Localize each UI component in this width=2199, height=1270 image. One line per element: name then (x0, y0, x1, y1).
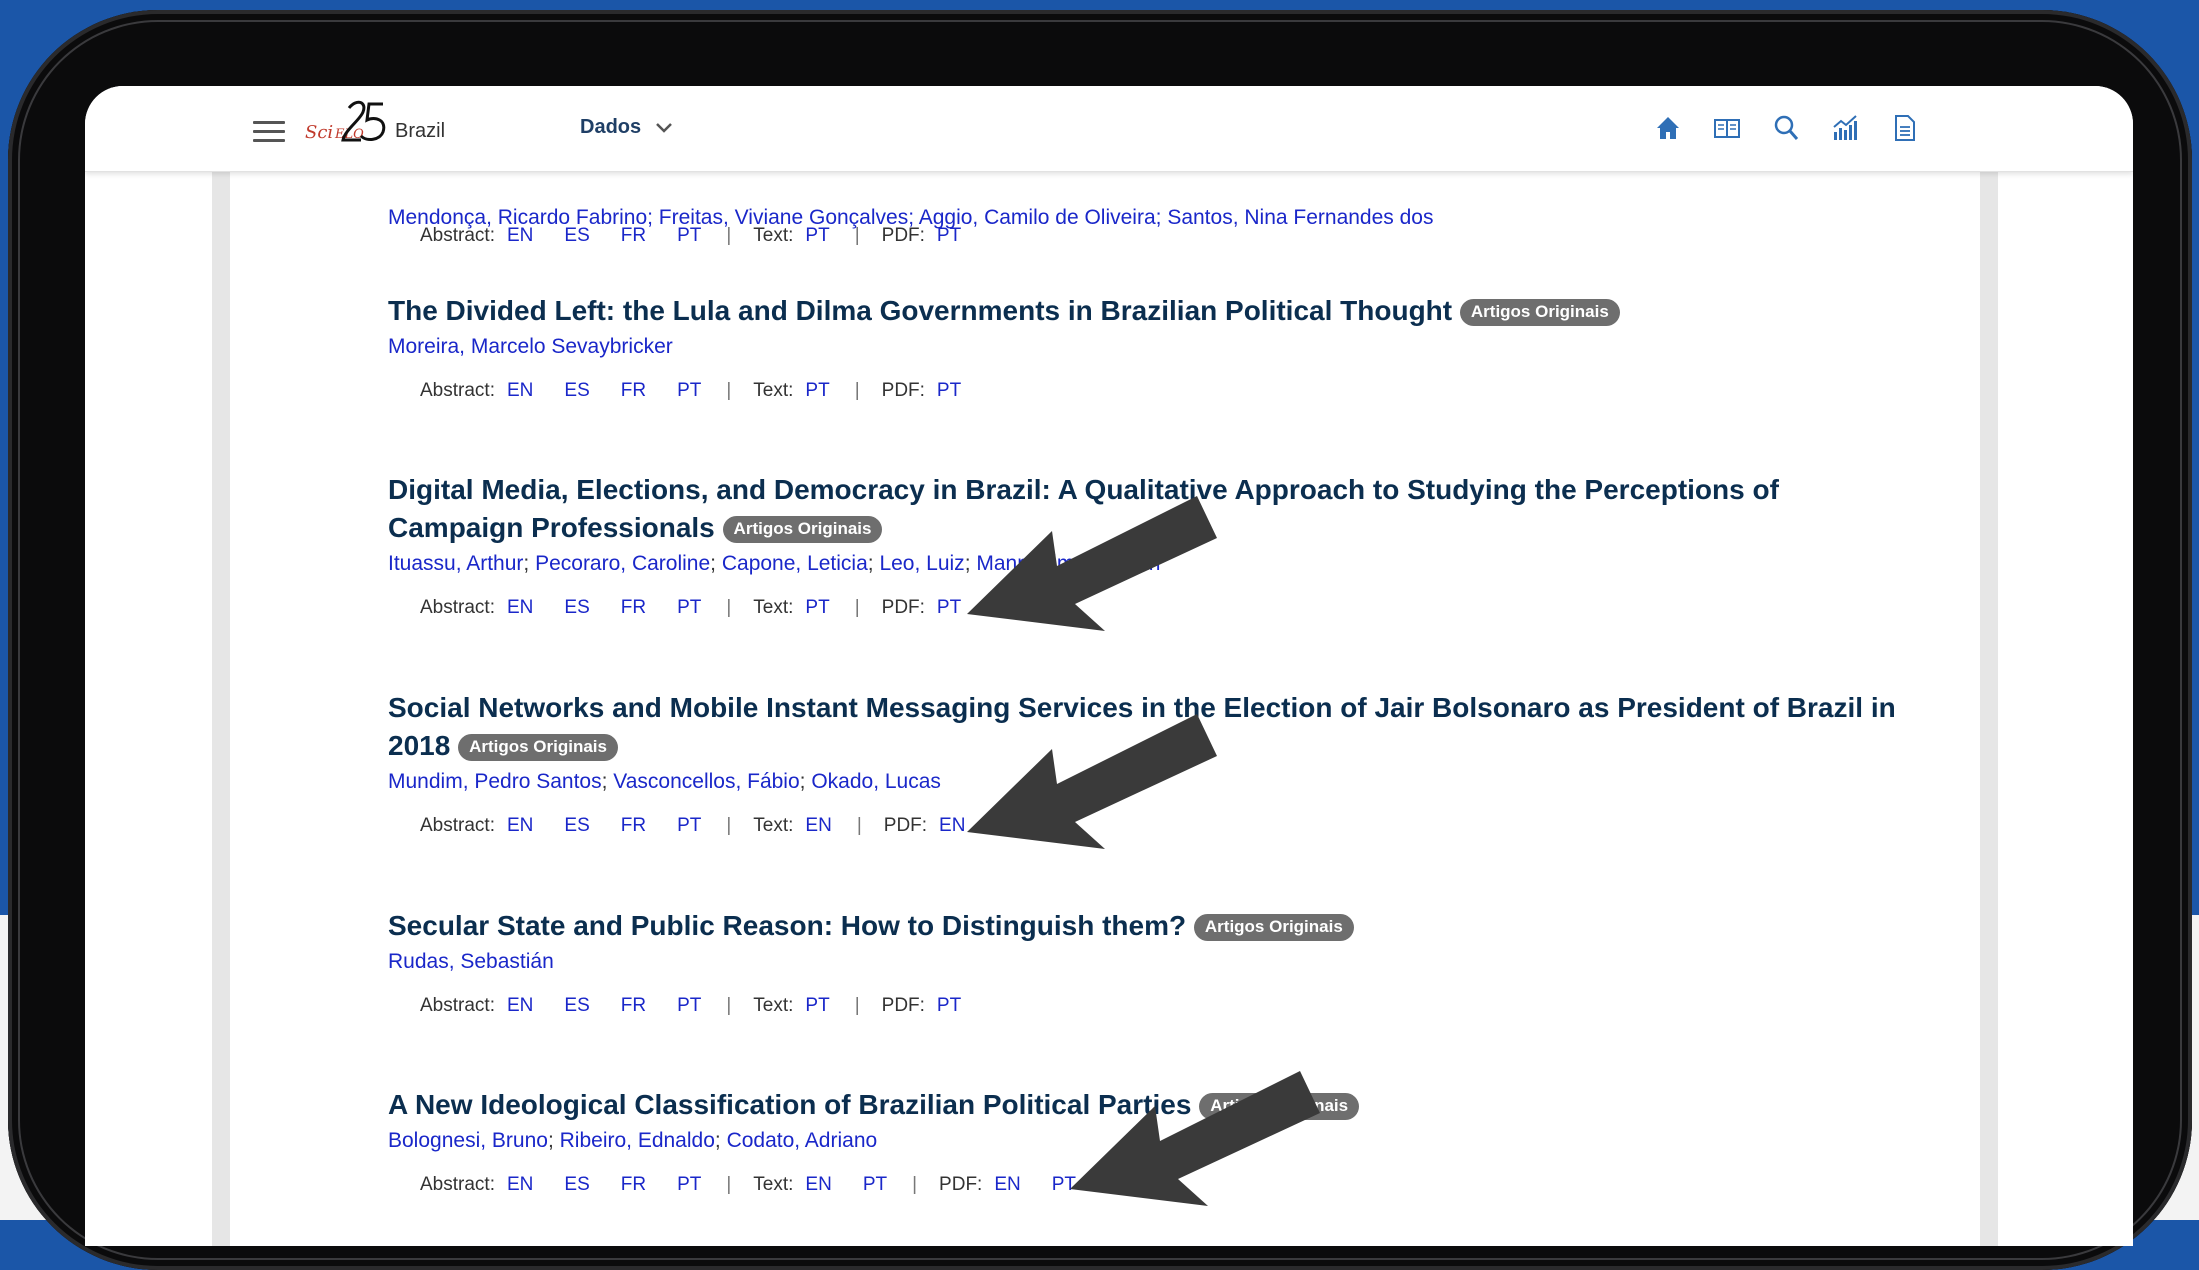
abstract-es-link[interactable]: ES (564, 225, 589, 246)
author-link[interactable]: Leo, Luiz (879, 552, 964, 575)
article-title[interactable]: The Divided Left: the Lula and Dilma Gov… (388, 292, 1908, 330)
site-header: Sci ELO Brazil Dados (85, 86, 2133, 172)
author-link[interactable]: Moreira, Marcelo Sevaybricker (388, 335, 673, 358)
author-link[interactable]: Vasconcellos, Fábio (613, 770, 799, 793)
text-pt-link[interactable]: PT (805, 225, 829, 246)
article-title[interactable]: Secular State and Public Reason: How to … (388, 907, 1908, 945)
abstract-fr-link[interactable]: FR (621, 225, 646, 246)
article-item: The Divided Left: the Lula and Dilma Gov… (388, 292, 1908, 402)
text-link[interactable]: PT (863, 1174, 887, 1195)
text-link[interactable]: EN (805, 815, 831, 836)
abstract-en-link[interactable]: EN (507, 380, 533, 401)
article-item: Secular State and Public Reason: How to … (388, 907, 1908, 1017)
abstract-en-link[interactable]: EN (507, 995, 533, 1016)
abstract-en-link[interactable]: EN (507, 815, 533, 836)
abstract-pt-link[interactable]: PT (677, 597, 701, 618)
abstract-pt-link[interactable]: PT (677, 380, 701, 401)
document-icon[interactable] (1890, 113, 1918, 143)
abstract-es-link[interactable]: ES (564, 1174, 589, 1195)
text-link[interactable]: PT (805, 995, 829, 1016)
brand-country: Brazil (395, 120, 446, 142)
pdf-link[interactable]: EN (994, 1174, 1020, 1195)
author-link[interactable]: Okado, Lucas (811, 770, 941, 793)
section-badge: Artigos Originais (722, 516, 883, 543)
dados-label: Dados (580, 116, 642, 138)
abstract-fr-link[interactable]: FR (621, 815, 646, 836)
author-link[interactable]: Capone, Leticia (722, 552, 868, 575)
abstract-es-link[interactable]: ES (564, 597, 589, 618)
annotation-arrow-icon (1070, 1071, 1320, 1206)
dados-dropdown[interactable]: Dados (580, 116, 673, 139)
section-badge: Artigos Originais (458, 734, 618, 761)
abstract-es-link[interactable]: ES (564, 995, 589, 1016)
hamburger-menu-icon[interactable] (253, 121, 285, 143)
svg-text:Sci: Sci (305, 122, 333, 143)
abstract-fr-link[interactable]: FR (621, 380, 646, 401)
pdf-link[interactable]: PT (937, 995, 961, 1016)
tablet-screen: Mendonça, Ricardo Fabrino; Freitas, Vivi… (85, 86, 2133, 1246)
abstract-en-link[interactable]: EN (507, 597, 533, 618)
abstract-pt-link[interactable]: PT (677, 815, 701, 836)
article-links-row: Abstract: EN ES FR PT | Text: PT | PDF: PT (420, 380, 962, 401)
journal-icon[interactable] (1713, 113, 1741, 143)
abstract-en-link[interactable]: EN (507, 1174, 533, 1195)
pdf-pt-link[interactable]: PT (937, 225, 961, 246)
abstract-fr-link[interactable]: FR (621, 995, 646, 1016)
text-link[interactable]: EN (805, 1174, 831, 1195)
section-badge: Artigos Originais (1193, 914, 1354, 941)
chevron-down-icon (655, 122, 672, 133)
author-link[interactable]: Ituassu, Arthur (388, 552, 523, 575)
annotation-arrow-icon (967, 714, 1217, 849)
author-link[interactable]: Mundim, Pedro Santos (388, 770, 602, 793)
abstract-pt-link[interactable]: PT (677, 995, 701, 1016)
author-link[interactable]: Rudas, Sebastián (388, 950, 554, 973)
content-gutter-left (212, 171, 230, 1246)
abstract-en-link[interactable]: EN (507, 225, 533, 246)
author-link[interactable]: Codato, Adriano (727, 1129, 878, 1152)
abstract-pt-link[interactable]: PT (677, 1174, 701, 1195)
author-link[interactable]: Pecoraro, Caroline (535, 552, 710, 575)
text-link[interactable]: PT (805, 597, 829, 618)
home-icon[interactable] (1654, 113, 1682, 143)
author-link[interactable]: Ribeiro, Ednaldo (560, 1129, 715, 1152)
scielo-25-logo[interactable]: Sci ELO (305, 94, 403, 156)
abstract-pt-link[interactable]: PT (677, 225, 701, 246)
article-prev-links: Abstract: EN ES FR PT | Text: PT | PDF: PT (388, 207, 1908, 247)
abstract-fr-link[interactable]: FR (621, 597, 646, 618)
article-links-row: Abstract: EN ES FR PT | Text: PT | PDF: PT (420, 225, 962, 246)
annotation-arrow-icon (967, 496, 1217, 631)
author-link[interactable]: Bolognesi, Bruno (388, 1129, 548, 1152)
article-authors: Rudas, Sebastián (388, 947, 1908, 977)
pdf-link[interactable]: PT (937, 380, 961, 401)
content-gutter-right (1980, 171, 1998, 1246)
article-links-row: Abstract: EN ES FR PT | Text: PT | PDF: PT (420, 995, 962, 1016)
text-link[interactable]: PT (805, 380, 829, 401)
search-icon[interactable] (1772, 113, 1800, 143)
article-authors: Moreira, Marcelo Sevaybricker (388, 332, 1908, 362)
section-badge: Artigos Originais (1459, 299, 1620, 326)
abstract-es-link[interactable]: ES (564, 815, 589, 836)
tablet-frame: Mendonça, Ricardo Fabrino; Freitas, Vivi… (8, 10, 2192, 1270)
abstract-fr-link[interactable]: FR (621, 1174, 646, 1195)
abstract-es-link[interactable]: ES (564, 380, 589, 401)
metrics-chart-icon[interactable] (1831, 113, 1859, 143)
